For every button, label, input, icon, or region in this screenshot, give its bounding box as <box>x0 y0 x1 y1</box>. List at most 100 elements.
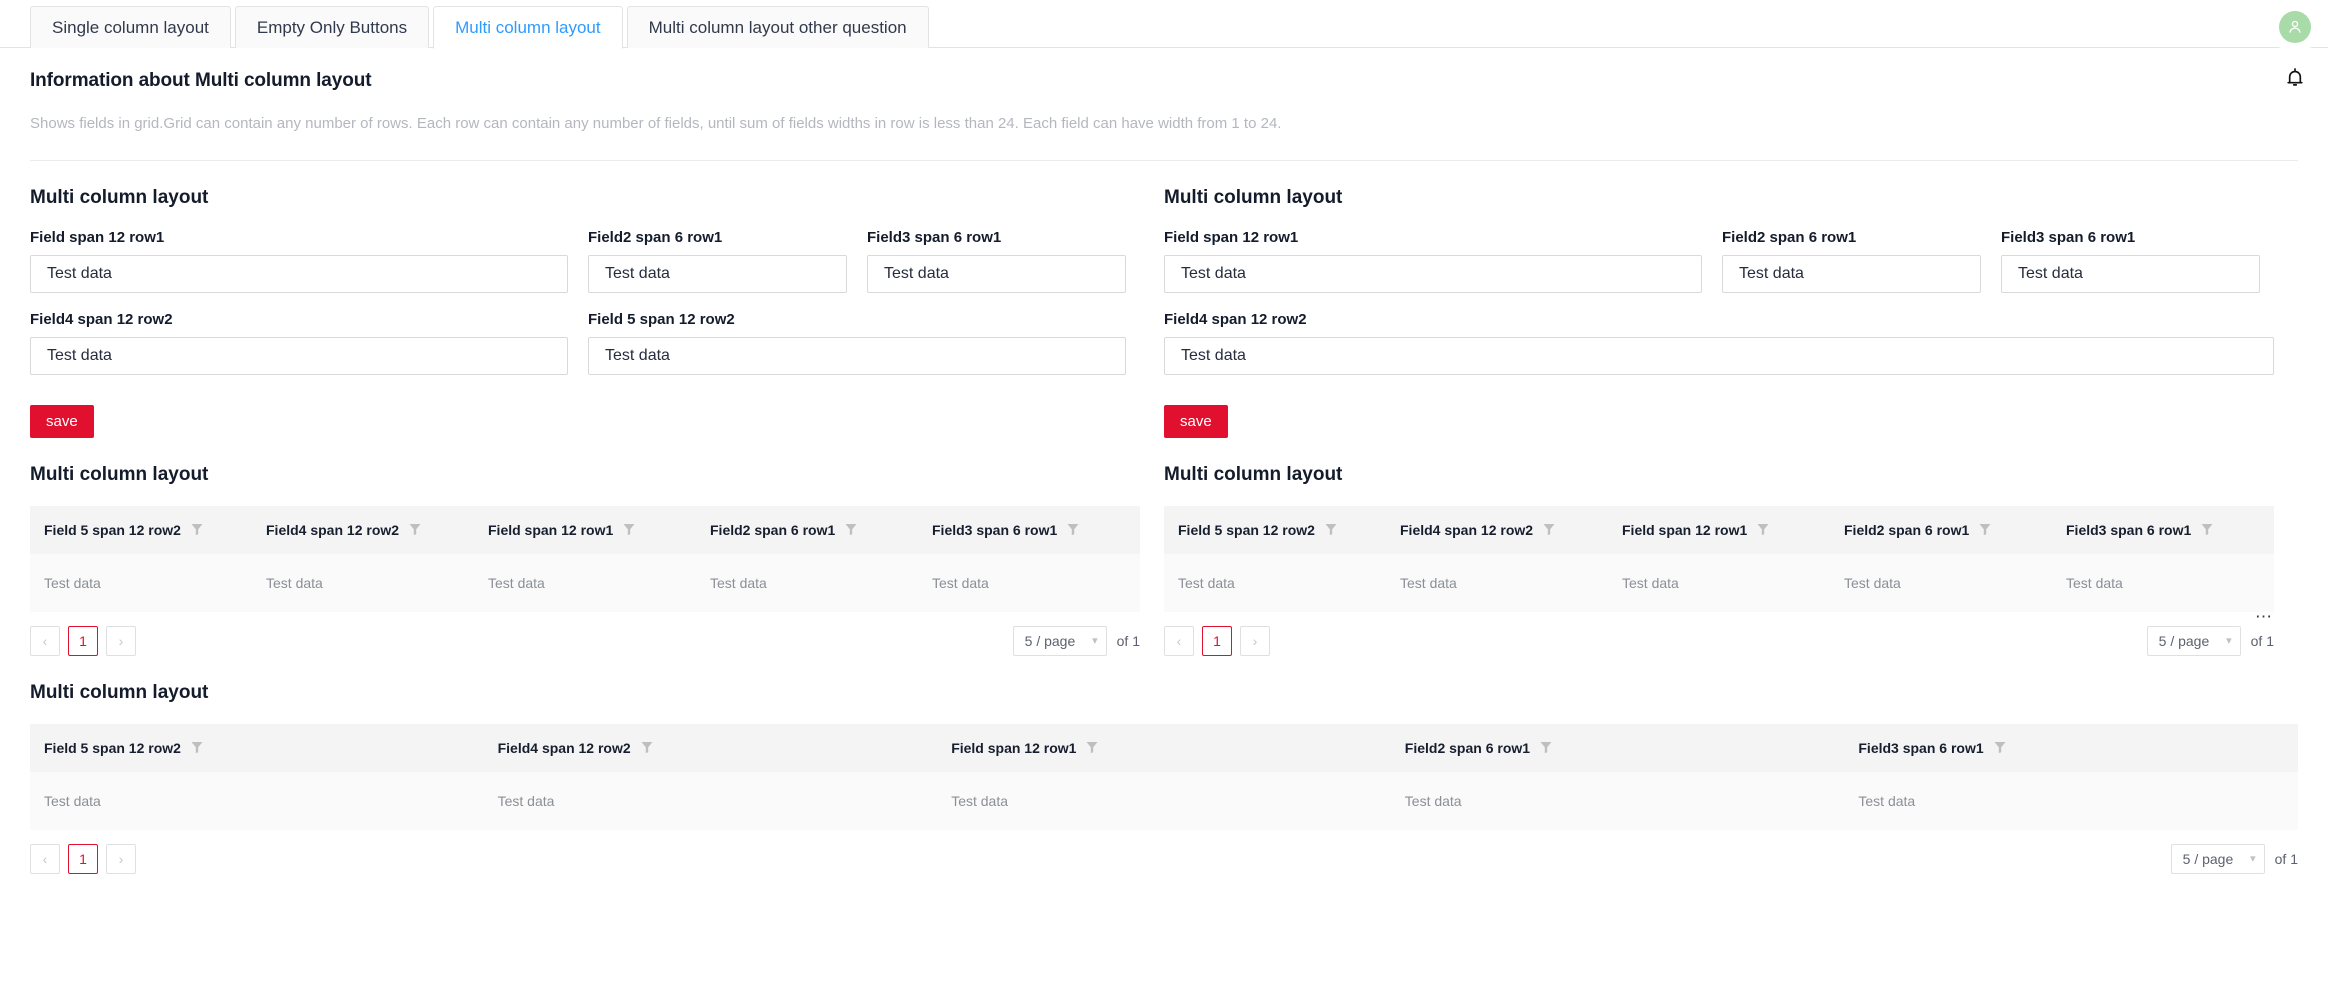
field-span-12-row1-input[interactable] <box>1164 254 1702 293</box>
table-cell: Test data <box>252 553 474 612</box>
column-label: Field3 span 6 row1 <box>932 521 1058 538</box>
table-column-header[interactable]: Field3 span 6 row1 <box>918 505 1140 554</box>
field-group: Field4 span 12 row2 <box>30 311 568 375</box>
page-size-value: 5 / page <box>1024 632 1076 649</box>
table-right-column: Multi column layout Field 5 span 12 row2… <box>1164 464 2274 656</box>
table-column-header[interactable]: Field span 12 row1 <box>937 723 1391 772</box>
table-right-title: Multi column layout <box>1164 463 1343 485</box>
table-column-header[interactable]: Field4 span 12 row2 <box>483 723 938 772</box>
table-header-row: Field 5 span 12 row2 Field4 span 12 row2… <box>30 723 2298 772</box>
pagination-right: ‹ 1 › ⋯ 5 / page ▾ of 1 <box>1164 608 2274 656</box>
next-page-button[interactable]: › <box>106 843 136 874</box>
page-size-select[interactable]: 5 / page ▾ <box>2170 843 2265 874</box>
form-left-row-1: Field span 12 row1 Field2 span 6 row1 Fi… <box>30 229 1140 293</box>
filter-icon[interactable] <box>191 523 203 536</box>
filter-icon[interactable] <box>409 523 421 536</box>
field3-span-6-row1-input[interactable] <box>867 254 1126 293</box>
table-cell: Test data <box>937 771 1391 830</box>
prev-page-button[interactable]: ‹ <box>30 843 60 874</box>
table-full-section: Multi column layout Field 5 span 12 row2… <box>30 682 2298 874</box>
field-group: Field3 span 6 row1 <box>867 229 1126 293</box>
page-size-value: 5 / page <box>2182 850 2234 867</box>
field-label: Field3 span 6 row1 <box>867 228 1002 246</box>
next-page-button[interactable]: › <box>106 625 136 656</box>
table-row[interactable]: Test data Test data Test data Test data … <box>1164 553 2274 612</box>
table-column-header[interactable]: Field3 span 6 row1 <box>2052 505 2274 554</box>
total-pages-label: of 1 <box>2274 850 2298 867</box>
field-span-12-row1-input[interactable] <box>30 254 568 293</box>
filter-icon[interactable] <box>623 523 635 536</box>
table-cell: Test data <box>696 553 918 612</box>
filter-icon[interactable] <box>1540 741 1552 754</box>
tab-bar: Single column layout Empty Only Buttons … <box>0 0 2328 49</box>
table-column-header[interactable]: Field span 12 row1 <box>1608 505 1830 554</box>
page-number-1[interactable]: 1 <box>68 625 98 656</box>
table-column-header[interactable]: Field2 span 6 row1 <box>1830 505 2052 554</box>
field-label: Field3 span 6 row1 <box>2001 228 2136 246</box>
table-column-header[interactable]: Field4 span 12 row2 <box>252 505 474 554</box>
table-column-header[interactable]: Field 5 span 12 row2 <box>30 505 252 554</box>
table-header-row: Field 5 span 12 row2 Field4 span 12 row2… <box>30 505 1140 554</box>
table-left-title: Multi column layout <box>30 463 209 485</box>
field5-span-12-row2-input[interactable] <box>588 336 1126 375</box>
column-label: Field span 12 row1 <box>951 739 1077 756</box>
prev-page-button[interactable]: ‹ <box>1164 625 1194 656</box>
tab-empty-only-buttons[interactable]: Empty Only Buttons <box>234 6 430 48</box>
filter-icon[interactable] <box>1757 523 1769 536</box>
table-cell: Test data <box>483 771 938 830</box>
page-size-select[interactable]: 5 / page ▾ <box>1012 625 1107 656</box>
field3-span-6-row1-input[interactable] <box>2001 254 2260 293</box>
filter-icon[interactable] <box>1067 523 1079 536</box>
page-number-1[interactable]: 1 <box>1202 625 1232 656</box>
avatar-button[interactable] <box>2274 6 2316 48</box>
field4-span-12-row2-input[interactable] <box>30 336 568 375</box>
field2-span-6-row1-input[interactable] <box>1722 254 1981 293</box>
form-right-row-1: Field span 12 row1 Field2 span 6 row1 Fi… <box>1164 229 2274 293</box>
filter-icon[interactable] <box>641 741 653 754</box>
save-button-left[interactable]: save <box>30 404 94 438</box>
filter-icon[interactable] <box>1086 741 1098 754</box>
filter-icon[interactable] <box>1543 523 1555 536</box>
table-cell: Test data <box>1830 553 2052 612</box>
field2-span-6-row1-input[interactable] <box>588 254 847 293</box>
page-number-1[interactable]: 1 <box>68 843 98 874</box>
pagination-controls: ‹ 1 › <box>30 843 136 874</box>
filter-icon[interactable] <box>1979 523 1991 536</box>
table-left-column: Multi column layout Field 5 span 12 row2… <box>30 464 1140 656</box>
next-page-button[interactable]: › <box>1240 625 1270 656</box>
tables-row: Multi column layout Field 5 span 12 row2… <box>30 464 2298 656</box>
table-column-header[interactable]: Field4 span 12 row2 <box>1386 505 1608 554</box>
column-label: Field4 span 12 row2 <box>497 739 631 756</box>
table-column-header[interactable]: Field 5 span 12 row2 <box>30 723 484 772</box>
filter-icon[interactable] <box>191 741 203 754</box>
filter-icon[interactable] <box>845 523 857 536</box>
table-column-header[interactable]: Field3 span 6 row1 <box>1844 723 2298 772</box>
user-avatar-icon <box>2279 11 2311 43</box>
table-cell: Test data <box>1164 553 1386 612</box>
bell-icon <box>2284 66 2306 93</box>
page-size-select[interactable]: 5 / page ▾ <box>2146 625 2241 656</box>
table-column-header[interactable]: Field 5 span 12 row2 <box>1164 505 1386 554</box>
column-label: Field2 span 6 row1 <box>1844 521 1970 538</box>
form-right-column: Multi column layout Field span 12 row1 F… <box>1164 187 2274 438</box>
save-button-right[interactable]: save <box>1164 404 1228 438</box>
tab-multi-column-layout-other-question[interactable]: Multi column layout other question <box>626 6 929 48</box>
tab-single-column-layout[interactable]: Single column layout <box>30 6 231 48</box>
table-row[interactable]: Test data Test data Test data Test data … <box>30 771 2298 830</box>
table-column-header[interactable]: Field span 12 row1 <box>474 505 696 554</box>
table-column-header[interactable]: Field2 span 6 row1 <box>1390 723 1845 772</box>
filter-icon[interactable] <box>2201 523 2213 536</box>
table-cell: Test data <box>1608 553 1830 612</box>
more-options-icon[interactable]: ⋯ <box>2255 608 2274 625</box>
filter-icon[interactable] <box>1325 523 1337 536</box>
field4-span-12-row2-input[interactable] <box>1164 336 2274 375</box>
prev-page-button[interactable]: ‹ <box>30 625 60 656</box>
table-cell: Test data <box>474 553 696 612</box>
tab-multi-column-layout[interactable]: Multi column layout <box>433 6 623 49</box>
table-column-header[interactable]: Field2 span 6 row1 <box>696 505 918 554</box>
info-divider <box>30 159 2298 161</box>
table-row[interactable]: Test data Test data Test data Test data … <box>30 553 1140 612</box>
notifications-button[interactable] <box>2274 58 2316 100</box>
filter-icon[interactable] <box>1994 741 2006 754</box>
table-cell: Test data <box>1844 771 2298 830</box>
